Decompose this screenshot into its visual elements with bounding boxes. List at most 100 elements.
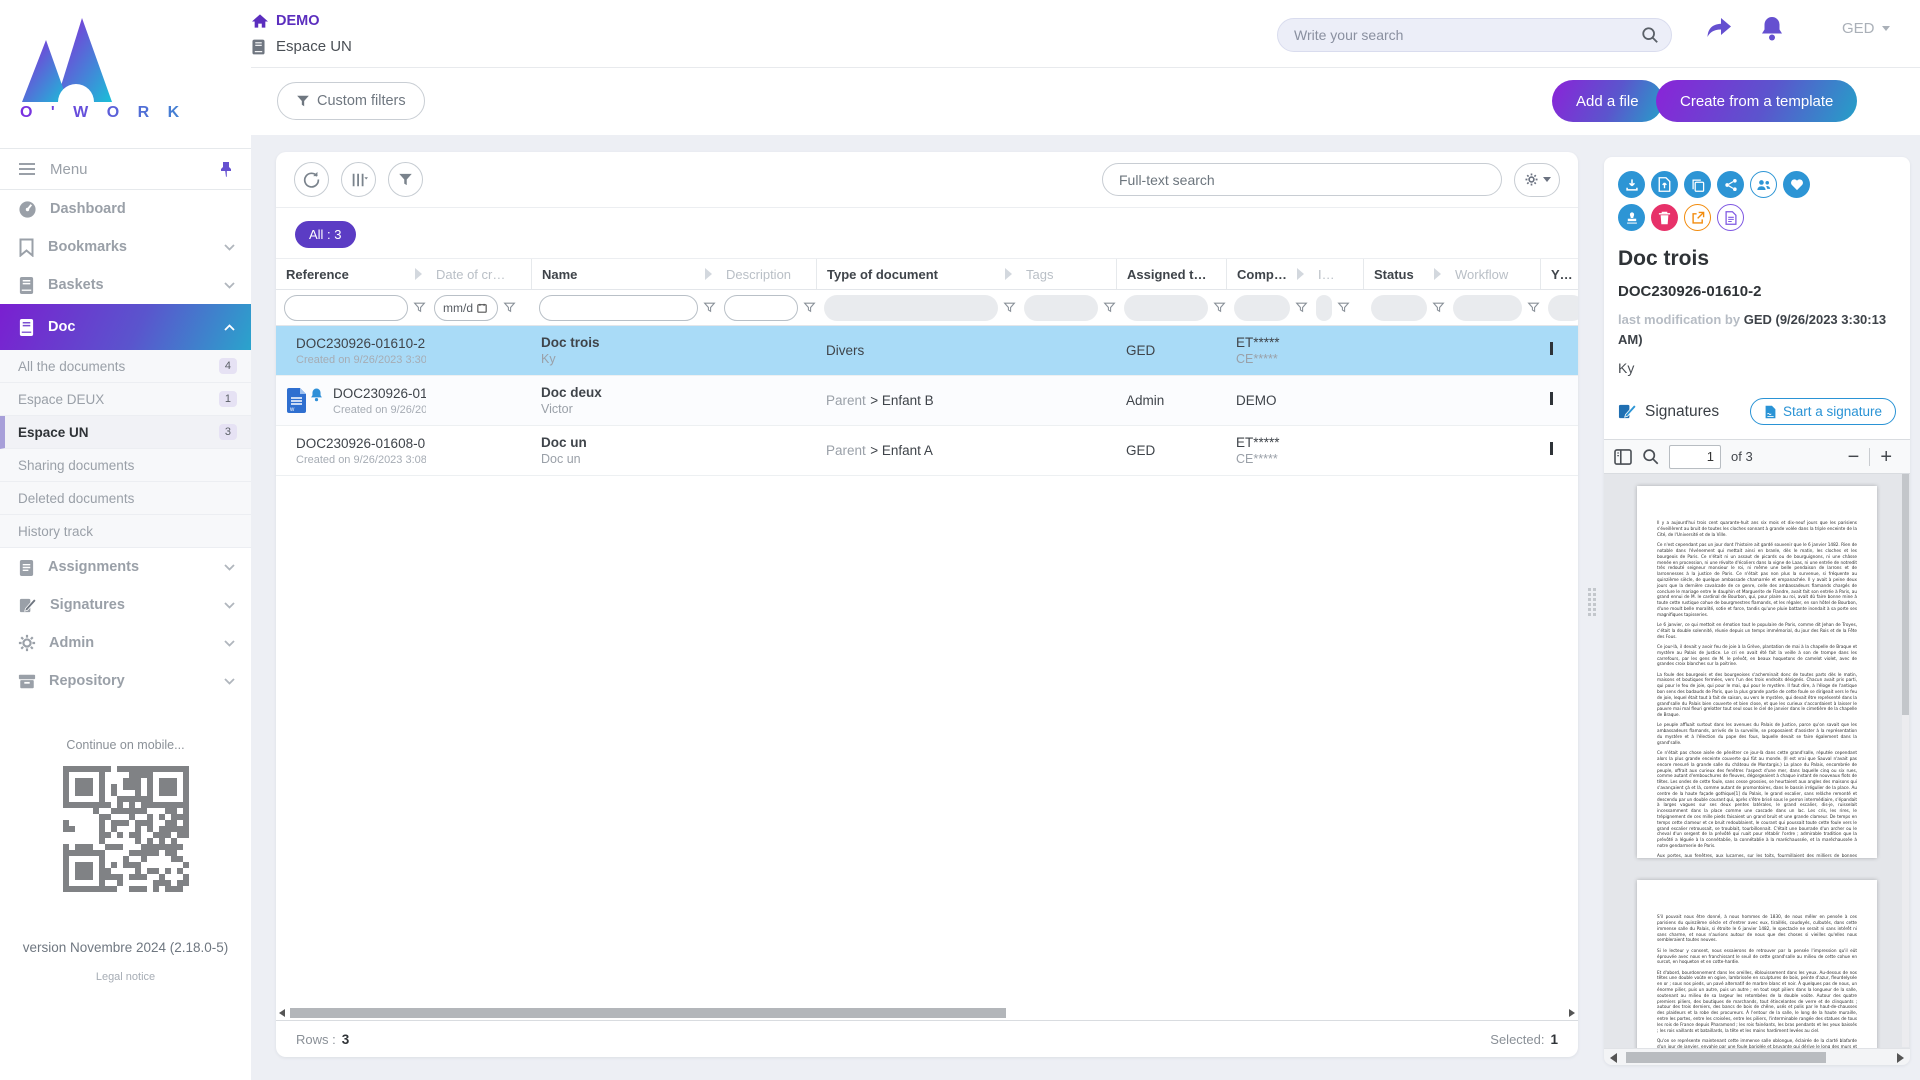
scrollbar-thumb[interactable]	[290, 1008, 1006, 1018]
column-header-reference[interactable]: Reference	[276, 259, 426, 289]
filter-funnel-icon[interactable]	[703, 301, 716, 314]
open-external-button[interactable]	[1684, 204, 1711, 231]
legal-notice-link[interactable]: Legal notice	[0, 971, 251, 983]
table-horizontal-scrollbar[interactable]	[276, 1006, 1578, 1021]
breadcrumb-app[interactable]: DEMO	[252, 13, 320, 29]
custom-filters-button[interactable]: Custom filters	[277, 82, 425, 120]
create-template-button[interactable]: Create from a template	[1656, 80, 1857, 122]
i-filter-select[interactable]	[1316, 295, 1332, 321]
table-row[interactable]: w DOC230926-01609-0 Created on 9/26/2023…	[276, 376, 1578, 426]
table-row[interactable]: DOC230926-01608-0 Created on 9/26/2023 3…	[276, 426, 1578, 476]
new-version-button[interactable]	[1651, 171, 1678, 198]
sidebar-item-all-documents[interactable]: All the documents 4	[0, 350, 251, 383]
filter-funnel-icon[interactable]	[1003, 301, 1016, 314]
add-file-button[interactable]: Add a file	[1552, 80, 1663, 122]
filter-funnel-icon[interactable]	[503, 301, 516, 314]
pdf-horizontal-scrollbar[interactable]	[1604, 1048, 1910, 1065]
pdf-vertical-scrollbar[interactable]	[1902, 474, 1909, 1047]
scrollbar-thumb[interactable]	[1626, 1052, 1826, 1063]
properties-button[interactable]	[1717, 204, 1744, 231]
page-number-input[interactable]	[1669, 445, 1721, 469]
zoom-in-button[interactable]: +	[1880, 447, 1892, 467]
sidebar-item-signatures[interactable]: Signatures	[0, 586, 251, 624]
refresh-button[interactable]	[294, 162, 329, 197]
fulltext-search-input[interactable]	[1119, 172, 1485, 188]
panel-resize-handle[interactable]	[1588, 588, 1598, 628]
brand-logo[interactable]: O ' W O R K	[0, 0, 251, 148]
sidebar-item-espace-un[interactable]: Espace UN 3	[0, 416, 251, 449]
search-icon[interactable]	[1642, 448, 1659, 465]
share-button[interactable]	[1706, 16, 1732, 40]
column-header-comp[interactable]: Comp…	[1226, 259, 1308, 289]
sidebar-item-bookmarks[interactable]: Bookmarks	[0, 228, 251, 266]
name-filter-input[interactable]	[539, 295, 698, 321]
column-header-tags[interactable]: Tags	[1016, 259, 1116, 289]
scroll-left-arrow-icon[interactable]	[279, 1009, 285, 1017]
sidebar-item-sharing-documents[interactable]: Sharing documents	[0, 449, 251, 482]
assign-users-button[interactable]	[1750, 171, 1777, 198]
date-filter-input[interactable]: mm/d	[434, 295, 498, 321]
search-icon[interactable]	[1641, 26, 1659, 44]
filter-funnel-icon[interactable]	[1103, 301, 1116, 314]
sidebar-item-admin[interactable]: Admin	[0, 624, 251, 662]
status-filter-select[interactable]	[1371, 295, 1427, 321]
sidebar-item-history-track[interactable]: History track	[0, 515, 251, 548]
pdf-preview-area[interactable]: Il y a aujourd'hui trois cent quarante-h…	[1604, 474, 1910, 1065]
y-filter-select[interactable]	[1548, 295, 1578, 321]
filter-funnel-icon[interactable]	[1295, 301, 1308, 314]
column-header-name[interactable]: Name	[531, 259, 716, 289]
filter-funnel-icon[interactable]	[1527, 301, 1540, 314]
global-search-input[interactable]	[1294, 27, 1641, 43]
sidebar-item-espace-deux[interactable]: Espace DEUX 1	[0, 383, 251, 416]
column-header-description[interactable]: Description	[716, 259, 816, 289]
table-row[interactable]: DOC230926-01610-2 Created on 9/26/2023 3…	[276, 326, 1578, 376]
sidebar-item-assignments[interactable]: Assignments	[0, 548, 251, 586]
comp-filter-select[interactable]	[1234, 295, 1290, 321]
column-header-y[interactable]: Y…	[1540, 259, 1578, 289]
delete-button[interactable]	[1651, 204, 1678, 231]
filter-funnel-icon[interactable]	[1213, 301, 1226, 314]
description-filter-input[interactable]	[724, 295, 798, 321]
copy-button[interactable]	[1684, 171, 1711, 198]
filter-funnel-icon[interactable]	[1432, 301, 1445, 314]
column-header-type[interactable]: Type of document	[816, 259, 1016, 289]
sidebar-item-deleted-documents[interactable]: Deleted documents	[0, 482, 251, 515]
share-document-button[interactable]	[1717, 171, 1744, 198]
scroll-right-arrow-icon[interactable]	[1569, 1009, 1575, 1017]
favorite-button[interactable]	[1783, 171, 1810, 198]
column-header-assigned[interactable]: Assigned t…	[1116, 259, 1226, 289]
sidebar-item-repository[interactable]: Repository	[0, 662, 251, 700]
column-header-i[interactable]: I…	[1308, 259, 1363, 289]
scroll-right-arrow-icon[interactable]	[1897, 1053, 1904, 1063]
column-header-workflow[interactable]: Workflow	[1445, 259, 1540, 289]
type-filter-select[interactable]	[824, 295, 998, 321]
sidebar-menu-toggle[interactable]: Menu	[0, 148, 251, 190]
workflow-filter-select[interactable]	[1453, 295, 1522, 321]
breadcrumb-space[interactable]: Espace UN	[252, 38, 352, 55]
table-filter-button[interactable]	[388, 162, 423, 197]
sidebar-toggle-icon[interactable]	[1614, 449, 1632, 465]
filter-chip-all[interactable]: All : 3	[295, 221, 356, 248]
zoom-out-button[interactable]: −	[1848, 447, 1860, 467]
scroll-left-arrow-icon[interactable]	[1610, 1053, 1617, 1063]
column-header-date[interactable]: Date of cr…	[426, 259, 531, 289]
pin-icon[interactable]	[219, 161, 233, 177]
download-button[interactable]	[1618, 171, 1645, 198]
reference-filter-input[interactable]	[284, 295, 408, 321]
stamp-button[interactable]	[1618, 204, 1645, 231]
columns-button[interactable]	[341, 162, 376, 197]
sidebar-item-dashboard[interactable]: Dashboard	[0, 190, 251, 228]
table-settings-button[interactable]	[1514, 163, 1560, 197]
sidebar-item-doc[interactable]: Doc	[0, 304, 251, 350]
filter-funnel-icon[interactable]	[1337, 301, 1350, 314]
user-menu[interactable]: GED	[1842, 20, 1890, 37]
filter-funnel-icon[interactable]	[803, 301, 816, 314]
column-header-status[interactable]: Status	[1363, 259, 1445, 289]
sidebar-item-baskets[interactable]: Baskets	[0, 266, 251, 304]
start-signature-button[interactable]: Start a signature	[1750, 398, 1896, 425]
scrollbar-thumb[interactable]	[1902, 474, 1909, 715]
tags-filter-select[interactable]	[1024, 295, 1098, 321]
assigned-filter-select[interactable]	[1124, 295, 1208, 321]
notifications-button[interactable]	[1760, 16, 1784, 42]
filter-funnel-icon[interactable]	[413, 301, 426, 314]
